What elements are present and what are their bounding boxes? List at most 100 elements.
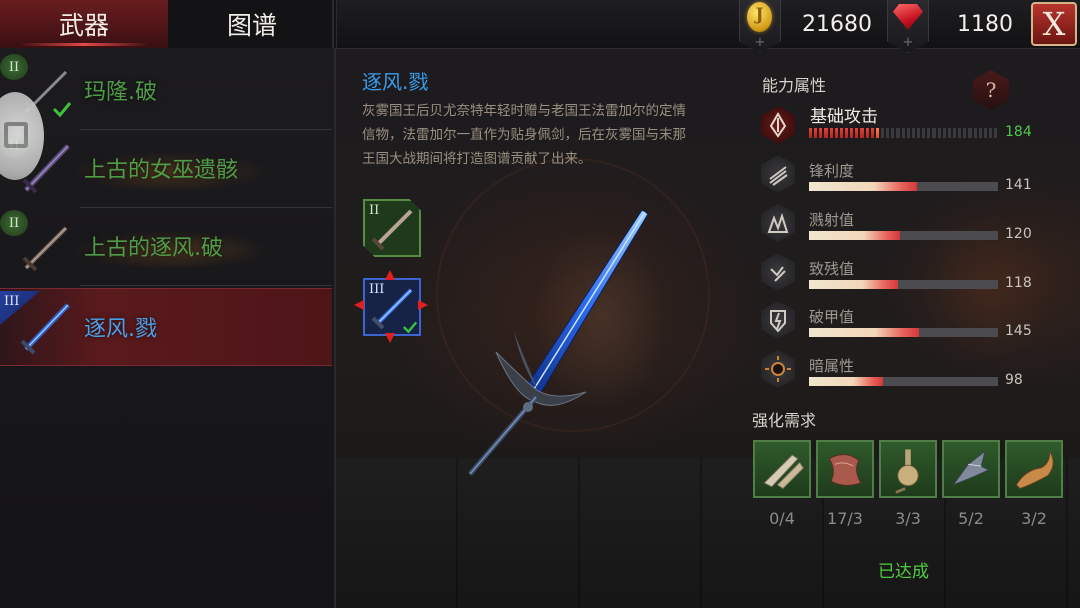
base-attack-segment	[963, 128, 967, 138]
weapon-description: 灰雾国王后贝尤奈特年轻时赠与老国王法雷加尔的定情信物，法雷加尔一直作为贴身佩剑，…	[362, 103, 686, 167]
base-attack-segment	[973, 128, 977, 138]
base-attack-segment	[911, 128, 915, 138]
steel-shard-material-icon	[951, 450, 990, 486]
stat-bar	[809, 280, 998, 289]
base-attack-segment	[968, 128, 972, 138]
base-attack-segment	[844, 128, 849, 138]
stat-label: 破甲值	[809, 308, 855, 326]
base-attack-segment	[942, 128, 946, 138]
gem-amount: 1180	[957, 12, 1013, 37]
stat-bar	[809, 182, 998, 191]
attributes-title: 能力属性	[762, 76, 827, 95]
weapon-list-item-selected[interactable]: III 逐风.戮	[0, 288, 332, 366]
check-icon	[402, 321, 418, 334]
base-attack-segment	[978, 128, 982, 138]
base-attack-segment	[896, 128, 900, 138]
stat-bar-fill	[809, 328, 919, 337]
stat-bar-fill	[809, 182, 917, 191]
base-attack-segment	[932, 128, 936, 138]
potion-material-slot[interactable]	[879, 440, 937, 498]
weapon-title: 逐风.戮	[362, 70, 429, 94]
blue-sword-icon	[20, 303, 70, 355]
stat-bar-fill	[809, 231, 900, 240]
plus-icon: +	[754, 35, 766, 50]
base-attack-segment	[901, 128, 905, 138]
base-attack-segment	[814, 128, 818, 138]
bone-material-slot[interactable]	[753, 440, 811, 498]
base-attack-segment	[824, 128, 828, 138]
gold-coin-icon	[747, 2, 772, 32]
weapon-preview-sword	[468, 209, 649, 476]
gem-add-button[interactable]: +	[887, 0, 929, 53]
base-attack-segment	[958, 128, 962, 138]
base-attack-segment	[891, 128, 895, 138]
weapon-list-item[interactable]: II 上古的女巫遗骸	[0, 130, 332, 208]
base-attack-segment	[865, 128, 869, 138]
weapon-list-panel: II 玛隆.破 II 上古的女巫遗骸 II 上古的逐风.破	[0, 48, 336, 608]
base-attack-segment	[829, 128, 833, 138]
base-attack-segment	[988, 128, 993, 138]
base-attack-segment	[947, 128, 951, 138]
horn-material-slot[interactable]	[1005, 440, 1063, 498]
stat-value: 141	[1005, 177, 1032, 193]
variant-tier-2[interactable]: II	[363, 199, 421, 257]
base-attack-bar	[809, 128, 998, 138]
weapon-name: 逐风.戮	[84, 317, 157, 342]
base-attack-segment	[886, 128, 890, 138]
variant-tier-3[interactable]: III	[363, 278, 421, 336]
base-attack-segment	[906, 128, 910, 138]
tab-atlas[interactable]: 图谱	[168, 0, 337, 48]
gold-add-button[interactable]: +	[739, 0, 781, 53]
stat-bar-fill	[809, 280, 898, 289]
stat-value: 145	[1005, 323, 1032, 339]
tab-divider	[332, 0, 334, 48]
potion-material-icon	[895, 449, 919, 494]
stat-value: 120	[1005, 226, 1032, 242]
sword-icon	[22, 226, 68, 272]
stat-bar	[809, 231, 998, 240]
base-attack-segment	[875, 128, 879, 138]
sword-icon	[371, 209, 413, 251]
selection-marker-icon	[385, 270, 395, 280]
enhance-status: 已达成	[878, 562, 929, 582]
horn-material-icon	[1015, 449, 1054, 490]
material-count: 3/3	[895, 509, 921, 528]
stat-label: 暗属性	[809, 357, 855, 375]
tab-weapons[interactable]: 武器	[0, 0, 169, 48]
base-attack-segment	[983, 128, 987, 138]
base-attack-segment	[994, 128, 998, 138]
close-button[interactable]: X	[1031, 2, 1077, 46]
base-attack-segment	[952, 128, 957, 138]
stat-label: 致残值	[809, 260, 855, 278]
base-attack-segment	[927, 128, 931, 138]
weapon-name: 玛隆.破	[84, 80, 157, 105]
base-attack-segment	[922, 128, 926, 138]
base-attack-segment	[916, 128, 921, 138]
divider	[80, 285, 332, 286]
base-attack-segment	[860, 128, 864, 138]
material-count: 0/4	[769, 509, 795, 528]
stat-bar	[809, 328, 998, 337]
flesh-material-slot[interactable]	[816, 440, 874, 498]
material-count: 17/3	[827, 509, 863, 528]
plus-icon: +	[902, 35, 914, 50]
flesh-material-icon	[828, 454, 862, 486]
stat-label: 溅射值	[809, 211, 855, 229]
base-attack-segment	[839, 128, 843, 138]
top-bar: 武器 图谱 + 21680 + 1180 X	[0, 0, 1080, 53]
gold-amount: 21680	[802, 12, 872, 37]
stat-bar	[809, 377, 998, 386]
red-gem-icon	[893, 4, 923, 30]
weapon-list-item[interactable]: II 上古的逐风.破	[0, 208, 332, 286]
steel-shard-material-slot[interactable]	[942, 440, 1000, 498]
stat-bar-fill	[809, 377, 883, 386]
base-attack-segment	[870, 128, 874, 138]
base-attack-segment	[834, 128, 838, 138]
selection-marker-icon	[385, 333, 395, 343]
weapon-list-item[interactable]: II 玛隆.破	[0, 52, 332, 130]
base-attack-segment	[880, 128, 885, 138]
weapon-name: 上古的女巫遗骸	[84, 158, 239, 183]
stat-value: 118	[1005, 275, 1032, 291]
stat-value: 98	[1005, 372, 1023, 388]
base-attack-segment	[855, 128, 859, 138]
